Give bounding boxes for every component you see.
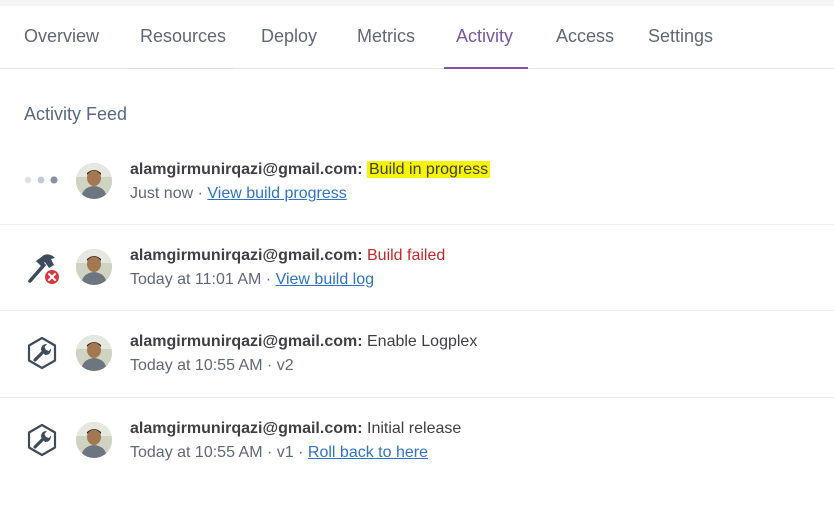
- roll-back-link[interactable]: Roll back to here: [308, 444, 428, 461]
- app-tabs: Overview Resources Deploy Metrics Activi…: [0, 6, 834, 69]
- user-email: alamgirmunirqazi@gmail.com:: [130, 420, 363, 437]
- activity-line: alamgirmunirqazi@gmail.com: Build failed: [130, 247, 445, 265]
- tab-settings[interactable]: Settings: [648, 6, 713, 68]
- tab-overview[interactable]: Overview: [24, 6, 99, 68]
- meta-separator: ·: [266, 444, 273, 461]
- meta-separator: ·: [265, 271, 272, 288]
- view-build-progress-link[interactable]: View build progress: [207, 185, 346, 202]
- release-version: v1: [276, 444, 294, 461]
- hammer-error-icon: [22, 247, 62, 287]
- activity-meta: Just now · View build progress: [130, 185, 347, 203]
- user-email: alamgirmunirqazi@gmail.com:: [130, 161, 363, 178]
- activity-status: Build in progress: [367, 161, 491, 178]
- activity-item: alamgirmunirqazi@gmail.com: Build in pro…: [0, 139, 834, 225]
- activity-time: Today at 10:55 AM: [130, 444, 263, 461]
- avatar: [76, 163, 112, 199]
- activity-time: Today at 10:55 AM: [130, 357, 263, 374]
- activity-item: alamgirmunirqazi@gmail.com: Build failed…: [0, 224, 834, 311]
- avatar: [76, 335, 112, 371]
- view-build-log-link[interactable]: View build log: [276, 271, 374, 288]
- tab-deploy[interactable]: Deploy: [261, 6, 317, 68]
- activity-status: Build failed: [367, 247, 446, 264]
- tab-access[interactable]: Access: [556, 6, 614, 68]
- avatar: [76, 249, 112, 285]
- meta-separator: ·: [197, 185, 203, 202]
- activity-feed-title: Activity Feed: [24, 104, 128, 124]
- user-email: alamgirmunirqazi@gmail.com:: [130, 247, 363, 264]
- activity-meta: Today at 11:01 AM · View build log: [130, 271, 374, 289]
- activity-line: alamgirmunirqazi@gmail.com: Initial rele…: [130, 420, 461, 438]
- activity-line: alamgirmunirqazi@gmail.com: Enable Logpl…: [130, 333, 477, 351]
- activity-item: alamgirmunirqazi@gmail.com: Enable Logpl…: [0, 310, 834, 397]
- tab-activity[interactable]: Activity: [456, 6, 513, 68]
- meta-separator: ·: [298, 444, 304, 461]
- progress-dots-icon: [22, 161, 62, 201]
- user-email: alamgirmunirqazi@gmail.com:: [130, 333, 363, 350]
- release-version: v2: [276, 357, 294, 374]
- activity-meta: Today at 10:55 AM · v2: [130, 357, 294, 375]
- activity-meta: Today at 10:55 AM · v1 · Roll back to he…: [130, 444, 428, 462]
- tab-resources[interactable]: Resources: [140, 6, 226, 68]
- tab-metrics[interactable]: Metrics: [357, 6, 415, 68]
- wrench-hexagon-icon: [22, 333, 62, 373]
- activity-time: Today at 11:01 AM: [130, 271, 262, 288]
- avatar: [76, 422, 112, 458]
- activity-status: Initial release: [367, 420, 462, 437]
- meta-separator: ·: [266, 357, 273, 374]
- activity-line: alamgirmunirqazi@gmail.com: Build in pro…: [130, 161, 491, 179]
- activity-item: alamgirmunirqazi@gmail.com: Initial rele…: [0, 397, 834, 484]
- activity-status: Enable Logplex: [367, 333, 478, 350]
- wrench-hexagon-icon: [22, 420, 62, 460]
- tab-hover-underline: [127, 68, 234, 69]
- activity-time: Just now: [130, 185, 194, 202]
- active-tab-underline: [444, 67, 528, 69]
